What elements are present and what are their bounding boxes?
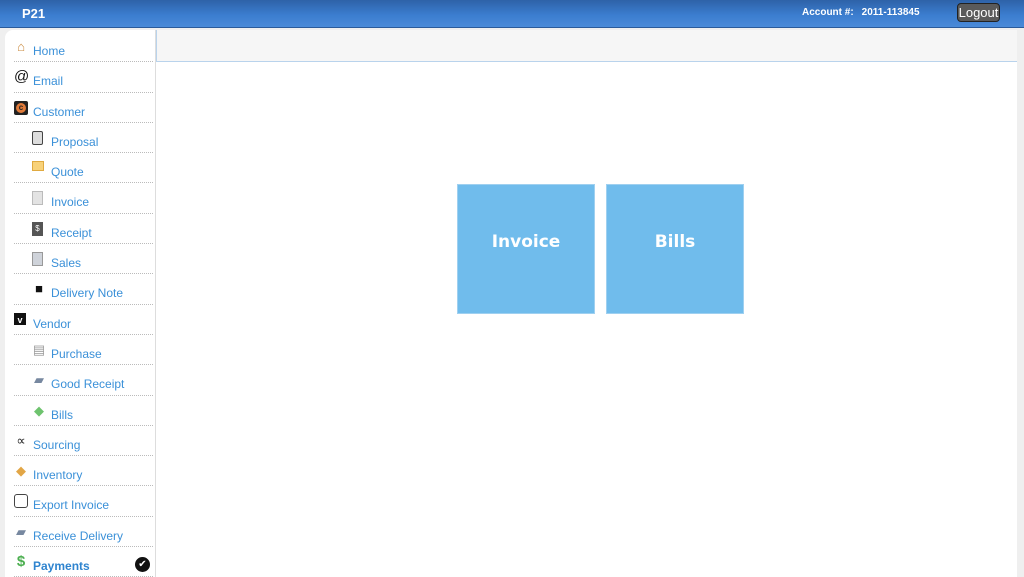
customer-icon (14, 100, 28, 115)
sidebar-item-label: Payments (33, 559, 90, 574)
proposal-icon (32, 130, 43, 145)
sidebar-item-vendor[interactable]: v Vendor (14, 305, 153, 335)
sidebar-item-export-invoice[interactable]: Export Invoice (14, 486, 153, 517)
sidebar-item-label: Bills (51, 407, 74, 422)
sidebar-item-email[interactable]: @ Email (14, 62, 153, 93)
sidebar-item-good-receipt[interactable]: ▰ Good Receipt (14, 365, 153, 396)
vendor-icon: v (14, 312, 26, 325)
top-bar: P21 Account #: 2011-113845 Logout (0, 0, 1024, 28)
sidebar-item-sales[interactable]: Sales (14, 244, 153, 275)
sidebar-item-sourcing[interactable]: ∝ Sourcing (14, 426, 153, 457)
account-number: 2011-113845 (861, 7, 920, 18)
app-brand: P21 (22, 6, 46, 21)
money-icon: ◆ (34, 402, 44, 418)
truck-icon: ▰ (16, 523, 26, 539)
sidebar-item-label: Sourcing (33, 437, 81, 452)
account-info: Account #: 2011-113845 (802, 7, 920, 18)
dollar-icon: $ (16, 553, 26, 571)
sidebar-item-label: Home (33, 44, 66, 58)
sidebar-item-payments[interactable]: $ Payments ✔ (14, 547, 153, 577)
sidebar-item-label: Sales (51, 256, 82, 271)
share-nodes-icon: ∝ (16, 432, 26, 448)
sidebar-item-label: Quote (51, 165, 84, 180)
receipt-icon: $ (32, 221, 43, 236)
bills-tile[interactable]: Bills (606, 184, 744, 314)
sidebar-item-label: Receive Delivery (33, 528, 124, 543)
sidebar-item-delivery-note[interactable]: ■ Delivery Note (14, 274, 153, 305)
sidebar-item-label: Good Receipt (51, 377, 125, 392)
sidebar-item-home[interactable]: ⌂ Home (14, 32, 153, 63)
sidebar-item-purchase[interactable]: ▤ Purchase (14, 335, 153, 366)
package-icon: ◆ (16, 463, 26, 479)
sidebar-item-quote[interactable]: Quote (14, 153, 153, 184)
sales-icon (32, 252, 43, 267)
sidebar-item-label: Inventory (33, 468, 83, 483)
sidebar-item-bills[interactable]: ◆ Bills (14, 396, 153, 426)
truck-icon: ▰ (34, 372, 44, 388)
sidebar-item-label: Proposal (51, 134, 99, 149)
sidebar-item-proposal[interactable]: Proposal (14, 123, 153, 154)
sidebar-item-label: Vendor (33, 316, 72, 331)
sidebar-item-customer[interactable]: Customer (14, 93, 153, 123)
logout-button[interactable]: Logout (957, 3, 1000, 22)
sidebar-item-receive-delivery[interactable]: ▰ Receive Delivery (14, 517, 153, 548)
quote-icon (32, 161, 44, 172)
box-icon: ■ (35, 281, 43, 297)
right-gutter (1017, 28, 1024, 577)
sidebar-item-label: Customer (33, 104, 86, 119)
sidebar-item-label: Invoice (51, 195, 90, 210)
sidebar-item-label: Export Invoice (33, 498, 110, 513)
cart-icon: ▤ (32, 341, 46, 357)
sidebar-item-receipt[interactable]: $ Receipt (14, 214, 153, 245)
sidebar-item-label: Purchase (51, 346, 102, 361)
main-content: Invoice Bills (155, 30, 1018, 577)
home-icon: ⌂ (17, 39, 25, 54)
calendar-icon (14, 494, 28, 509)
sidebar-nav: ⌂ Home @Email Customer Proposal Quote Inv… (5, 30, 155, 577)
sidebar-item-label: Receipt (51, 225, 92, 240)
sidebar-item-label: Delivery Note (51, 286, 124, 301)
content-header (156, 30, 1018, 62)
invoice-icon (32, 191, 43, 206)
at-sign-icon: @ (14, 68, 30, 86)
invoice-tile[interactable]: Invoice (457, 184, 595, 314)
checkmark-icon: ✔ (135, 557, 150, 573)
sidebar-item-inventory[interactable]: ◆ Inventory (14, 456, 153, 487)
sidebar-item-invoice[interactable]: Invoice (14, 183, 153, 214)
sidebar-item-label: Email (33, 74, 64, 89)
account-label: Account #: (802, 7, 854, 18)
